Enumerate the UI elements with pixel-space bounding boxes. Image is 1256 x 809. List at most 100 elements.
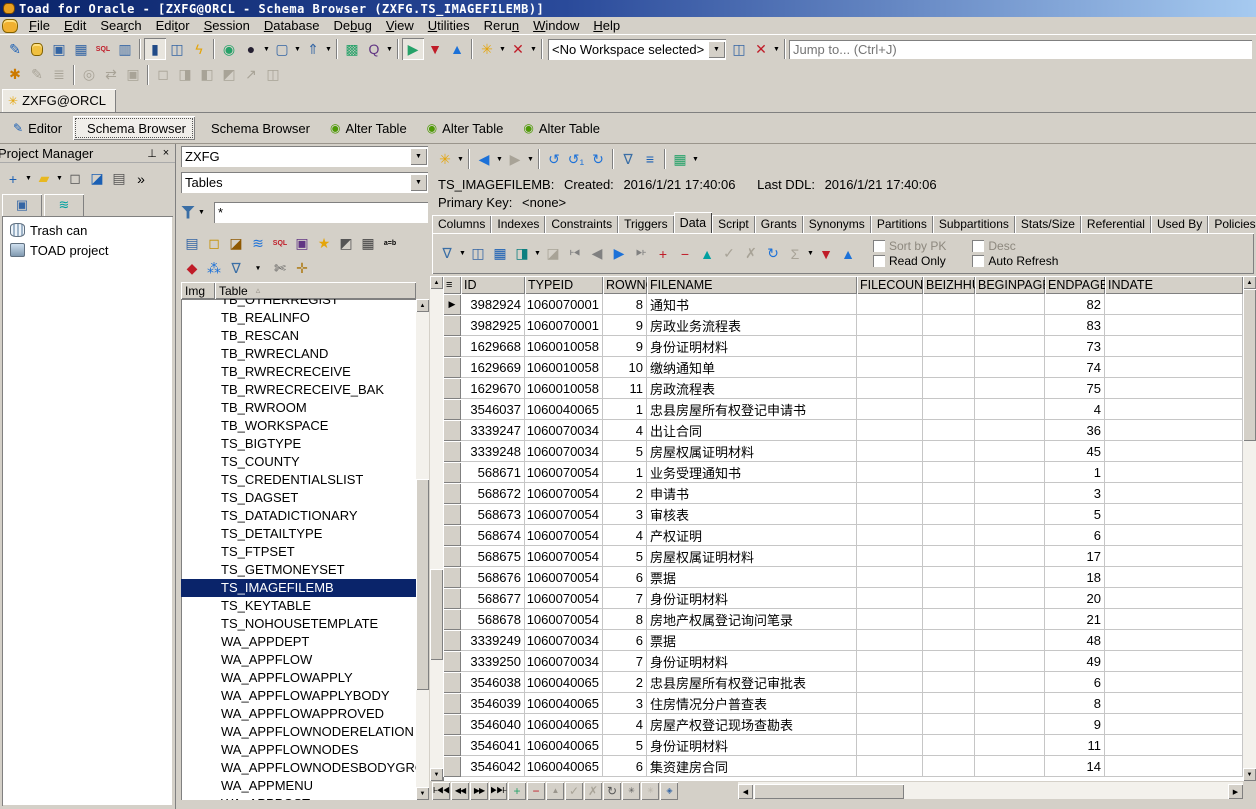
favorites-icon[interactable]: ★ (313, 232, 335, 254)
schema-browser-icon[interactable] (26, 38, 48, 60)
table-row[interactable]: 354604210600400656集资建房合同14 (443, 756, 1243, 777)
cell[interactable] (1105, 588, 1243, 609)
table-row[interactable]: 162966810600100589身份证明材料73 (443, 336, 1243, 357)
list-item[interactable]: WA_APPFLOWNODES (181, 741, 416, 759)
tab-subpartitions[interactable]: Subpartitions (933, 215, 1015, 233)
cell[interactable] (975, 756, 1045, 777)
list-item[interactable]: TS_FTPSET (181, 543, 416, 561)
drop-icon[interactable]: ✛ (291, 257, 313, 279)
refresh-item-icon[interactable]: ↺₁ (565, 148, 587, 170)
cell[interactable] (975, 420, 1045, 441)
bookmark-button[interactable]: ✳ (622, 782, 640, 800)
cell[interactable]: 7 (603, 588, 647, 609)
chevron-down-icon[interactable]: ▼ (24, 175, 33, 182)
chevron-down-icon[interactable]: ▼ (526, 156, 535, 163)
cell[interactable] (923, 756, 975, 777)
tab-schema-browser[interactable]: Schema Browser (73, 116, 195, 140)
list-item[interactable]: TB_OTHERREGIST (181, 299, 416, 309)
analyze-icon[interactable]: ◆ (181, 257, 203, 279)
cell[interactable]: 568671 (461, 462, 525, 483)
cell[interactable] (975, 525, 1045, 546)
jump-to-input[interactable] (789, 40, 1252, 59)
tab-constraints[interactable]: Constraints (545, 215, 618, 233)
project-manager-icon[interactable]: ▦ (70, 38, 92, 60)
options-gear-icon[interactable]: ✱ (4, 64, 26, 86)
menu-file[interactable]: File (22, 17, 57, 34)
tab-policies[interactable]: Policies (1208, 215, 1256, 233)
cell[interactable]: 1060070054 (525, 588, 603, 609)
new-page-icon[interactable]: ◻ (64, 168, 86, 190)
cell[interactable]: 20 (1045, 588, 1105, 609)
cell[interactable] (923, 735, 975, 756)
cell[interactable]: 9 (603, 315, 647, 336)
cell[interactable]: 1060070054 (525, 525, 603, 546)
list-item[interactable]: WA_APPFLOWAPPLYBODY (181, 687, 416, 705)
column-header-endpage[interactable]: ENDPAGE (1045, 276, 1105, 294)
overflow-chevron-icon[interactable]: » (130, 168, 152, 190)
cell[interactable]: 出让合同 (647, 420, 857, 441)
table-row[interactable]: 56867210600700542申请书3 (443, 483, 1243, 504)
close-panel-icon[interactable]: × (159, 146, 173, 160)
cell[interactable] (1105, 504, 1243, 525)
cell[interactable]: 568672 (461, 483, 525, 504)
table-row[interactable]: 56867710600700547身份证明材料20 (443, 588, 1243, 609)
edit-file-icon[interactable]: ✎ (4, 38, 26, 60)
column-header-typeid[interactable]: TYPEID (525, 276, 603, 294)
row-selector[interactable] (443, 546, 461, 567)
cell[interactable]: 10 (603, 357, 647, 378)
cell[interactable]: 568673 (461, 504, 525, 525)
last-record-icon[interactable]: ▶Ꮀ (630, 243, 652, 265)
cell[interactable]: 83 (1045, 315, 1105, 336)
cell[interactable] (1105, 714, 1243, 735)
cell[interactable]: 21 (1045, 609, 1105, 630)
sum-icon[interactable]: Σ (784, 243, 806, 265)
chevron-down-icon[interactable]: ▼ (495, 156, 504, 163)
describe-icon[interactable]: ▤ (181, 232, 203, 254)
cell[interactable]: 1060010058 (525, 378, 603, 399)
table-row[interactable]: 56867510600700545房屋权属证明材料17 (443, 546, 1243, 567)
cell[interactable] (1105, 357, 1243, 378)
table-row[interactable]: 56867810600700548房地产权属登记询问笔录21 (443, 609, 1243, 630)
session-browser-icon[interactable]: ● (240, 38, 262, 60)
insert-record-button[interactable]: + (508, 782, 526, 800)
back-icon[interactable]: ◀ (473, 148, 495, 170)
tab-used-by[interactable]: Used By (1151, 215, 1208, 233)
rename-icon[interactable]: a=b (379, 232, 401, 254)
cell[interactable]: 房屋权属证明材料 (647, 441, 857, 462)
send-doc-icon[interactable]: ↗ (240, 64, 262, 86)
cell[interactable] (975, 378, 1045, 399)
cancel-edit-button[interactable]: ✗ (584, 782, 602, 800)
data-icon[interactable]: ≋ (247, 232, 269, 254)
cell[interactable]: 6 (603, 756, 647, 777)
row-selector[interactable] (443, 378, 461, 399)
cell[interactable]: 房政流程表 (647, 378, 857, 399)
list-item[interactable]: TB_RWRECRECEIVE_BAK (181, 381, 416, 399)
prior-record-icon[interactable]: ◀ (586, 243, 608, 265)
row-selector[interactable] (443, 609, 461, 630)
copy-grid-icon[interactable]: ◫ (467, 243, 489, 265)
tree-view-icon[interactable]: ≣ (48, 64, 70, 86)
menu-utilities[interactable]: Utilities (421, 17, 477, 34)
cell[interactable] (1105, 756, 1243, 777)
cell[interactable] (923, 651, 975, 672)
end-connection-icon[interactable]: ✕ (507, 38, 529, 60)
cell[interactable] (857, 399, 923, 420)
first-record-button[interactable]: Ꮀ◀◀ (432, 782, 450, 800)
cell[interactable]: 82 (1045, 294, 1105, 315)
row-selector[interactable] (443, 504, 461, 525)
prior-page-button[interactable]: ◀◀ (451, 782, 469, 800)
open-folder-icon[interactable]: ▰ (33, 168, 55, 190)
cell[interactable] (975, 357, 1045, 378)
insert-row-icon[interactable]: + (652, 243, 674, 265)
tab-referential[interactable]: Referential (1081, 215, 1151, 233)
scroll-down-icon[interactable]: ▼ (430, 768, 443, 781)
list-item[interactable]: WA_APPPOST (181, 795, 416, 800)
cell[interactable]: 11 (1045, 735, 1105, 756)
cell[interactable]: 3546042 (461, 756, 525, 777)
cell[interactable]: 73 (1045, 336, 1105, 357)
grid-corner-icon[interactable]: ≡ (443, 276, 461, 294)
table-filter-input[interactable] (214, 202, 428, 223)
menu-window[interactable]: Window (526, 17, 586, 34)
new-table-icon[interactable]: ◻ (203, 232, 225, 254)
grid-horizontal-scrollbar[interactable]: ◀ ▶ (738, 782, 1243, 799)
